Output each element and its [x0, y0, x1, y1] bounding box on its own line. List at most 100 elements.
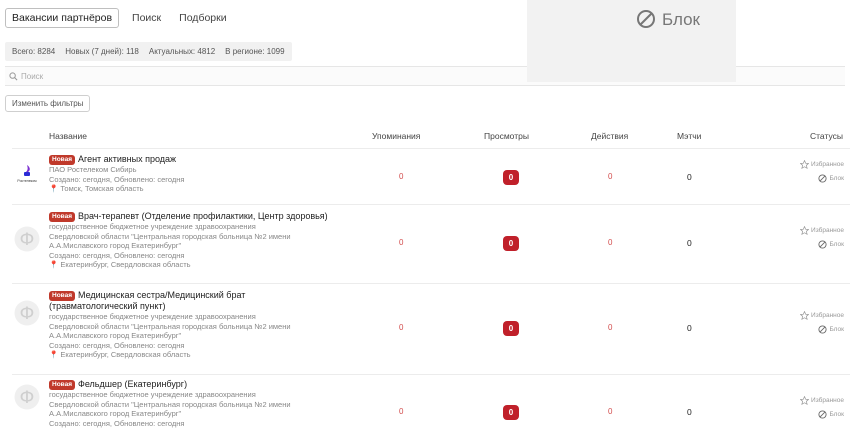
- mentions-count: 0: [399, 407, 404, 416]
- favorite-button[interactable]: Избранное: [800, 160, 844, 169]
- mentions-count: 0: [399, 238, 404, 247]
- vacancy-info: Новая Агент активных продаж ПАО Ростелек…: [49, 154, 349, 194]
- vacancy-info: Новая Медицинская сестра/Медицинский бра…: [49, 290, 349, 360]
- matches-count: 0: [687, 172, 692, 182]
- rostelecom-logo: Ростелеком: [12, 158, 42, 188]
- f-logo: Ф: [12, 224, 42, 254]
- tab-collections[interactable]: Подборки: [174, 9, 231, 27]
- block-button[interactable]: Блок: [818, 410, 844, 419]
- f-logo: Ф: [12, 298, 42, 328]
- favorite-button[interactable]: Избранное: [800, 311, 844, 320]
- vacancy-dates: Создано: сегодня, Обновлено: сегодня: [49, 340, 185, 350]
- column-header-matches[interactable]: Мэтчи: [677, 131, 701, 141]
- status-controls: Избранное Блок: [800, 160, 844, 183]
- new-badge: Новая: [49, 291, 75, 301]
- vacancy-company: А.А.Миславского город Екатеринбург": [49, 409, 182, 418]
- vacancy-title[interactable]: Врач-терапевт (Отделение профилактики, Ц…: [78, 211, 328, 222]
- views-count: 0: [503, 405, 519, 420]
- vacancy-location: 📍 Екатеринбург, Свердловская область: [49, 350, 191, 359]
- block-icon: [818, 410, 828, 419]
- company-logo: Ф: [12, 298, 42, 328]
- block-label: Блок: [662, 10, 700, 29]
- vacancy-company: Свердловской области "Центральная городс…: [49, 231, 291, 241]
- column-header-statuses[interactable]: Статусы: [810, 131, 843, 141]
- search-icon: [9, 71, 18, 81]
- actions-count: 0: [608, 238, 613, 247]
- favorite-button[interactable]: Избранное: [800, 396, 844, 405]
- new-badge: Новая: [49, 380, 75, 390]
- mentions-count: 0: [399, 323, 404, 332]
- new-badge: Новая: [49, 212, 75, 222]
- status-controls: Избранное Блок: [800, 226, 844, 249]
- block-overlay: Блок: [527, 0, 736, 82]
- star-icon: [800, 160, 810, 169]
- block-icon: [636, 9, 656, 31]
- vacancy-info: Новая Фельдшер (Екатеринбург) государств…: [49, 379, 349, 428]
- vacancy-company: Свердловской области "Центральная городс…: [49, 321, 291, 331]
- company-logo: Ростелеком: [12, 158, 42, 188]
- status-controls: Избранное Блок: [800, 311, 844, 334]
- vacancy-dates: Создано: сегодня, Обновлено: сегодня: [49, 250, 185, 260]
- vacancy-company: государственное бюджетное учреждение здр…: [49, 222, 256, 231]
- favorite-button[interactable]: Избранное: [800, 226, 844, 235]
- vacancy-title[interactable]: Фельдшер (Екатеринбург): [78, 379, 187, 390]
- row-divider: [12, 204, 850, 205]
- change-filters-button[interactable]: Изменить фильтры: [5, 95, 91, 112]
- vacancy-title[interactable]: Агент активных продаж: [78, 154, 176, 165]
- views-count: 0: [503, 170, 519, 185]
- block-button[interactable]: Блок: [818, 325, 844, 334]
- vacancy-company: А.А.Миславского город Екатеринбург": [49, 241, 182, 250]
- block-icon: [818, 174, 828, 183]
- star-icon: [800, 396, 810, 405]
- vacancy-location: 📍 Томск, Томская область: [49, 184, 144, 193]
- views-count: 0: [503, 321, 519, 336]
- stat-actual: Актуальных: 4812: [148, 47, 216, 56]
- stats-bar: Всего: 8284 Новых (7 дней): 118 Актуальн…: [5, 42, 292, 61]
- f-logo: Ф: [12, 382, 42, 412]
- actions-count: 0: [608, 407, 613, 416]
- vacancy-title[interactable]: Медицинская сестра/Медицинский брат: [78, 290, 245, 301]
- vacancy-company: ПАО Ростелеком Сибирь: [49, 165, 137, 174]
- new-badge: Новая: [49, 155, 75, 165]
- row-divider: [12, 283, 850, 284]
- svg-text:Ф: Ф: [20, 230, 35, 250]
- block-overlay-content[interactable]: Блок: [636, 9, 700, 31]
- star-icon: [800, 311, 810, 320]
- vacancy-dates: Создано: сегодня, Обновлено: сегодня: [49, 418, 185, 428]
- vacancy-location: 📍 Екатеринбург, Свердловская область: [49, 260, 191, 269]
- vacancy-title-continued[interactable]: (травматологический пункт): [49, 301, 349, 312]
- vacancy-company: государственное бюджетное учреждение здр…: [49, 312, 256, 321]
- star-icon: [800, 226, 810, 235]
- matches-count: 0: [687, 238, 692, 248]
- stat-new: Новых (7 дней): 118: [65, 47, 139, 56]
- svg-text:Ф: Ф: [20, 304, 35, 324]
- actions-count: 0: [608, 323, 613, 332]
- block-icon: [818, 325, 828, 334]
- vacancy-company: Свердловской области "Центральная городс…: [49, 399, 291, 409]
- row-divider: [12, 374, 850, 375]
- stat-region: В регионе: 1099: [225, 47, 285, 56]
- column-header-views[interactable]: Просмотры: [484, 131, 529, 141]
- matches-count: 0: [687, 407, 692, 417]
- matches-count: 0: [687, 323, 692, 333]
- column-header-name[interactable]: Название: [49, 131, 87, 141]
- svg-text:Ф: Ф: [20, 388, 35, 408]
- search-input[interactable]: [21, 71, 321, 81]
- column-header-mentions[interactable]: Упоминания: [372, 131, 420, 141]
- vacancy-company: государственное бюджетное учреждение здр…: [49, 390, 256, 399]
- views-count: 0: [503, 236, 519, 251]
- block-icon: [818, 240, 828, 249]
- vacancy-company: А.А.Миславского город Екатеринбург": [49, 331, 182, 340]
- actions-count: 0: [608, 172, 613, 181]
- status-controls: Избранное Блок: [800, 396, 844, 419]
- tab-bar: Вакансии партнёров Поиск Подборки: [5, 8, 232, 28]
- column-header-actions[interactable]: Действия: [591, 131, 628, 141]
- block-button[interactable]: Блок: [818, 240, 844, 249]
- block-button[interactable]: Блок: [818, 174, 844, 183]
- company-logo: Ф: [12, 382, 42, 412]
- tab-partner-vacancies[interactable]: Вакансии партнёров: [5, 8, 120, 28]
- stat-total: Всего: 8284: [12, 47, 56, 56]
- vacancy-info: Новая Врач-терапевт (Отделение профилакт…: [49, 211, 349, 270]
- tab-search[interactable]: Поиск: [127, 9, 166, 27]
- company-logo: Ф: [12, 224, 42, 254]
